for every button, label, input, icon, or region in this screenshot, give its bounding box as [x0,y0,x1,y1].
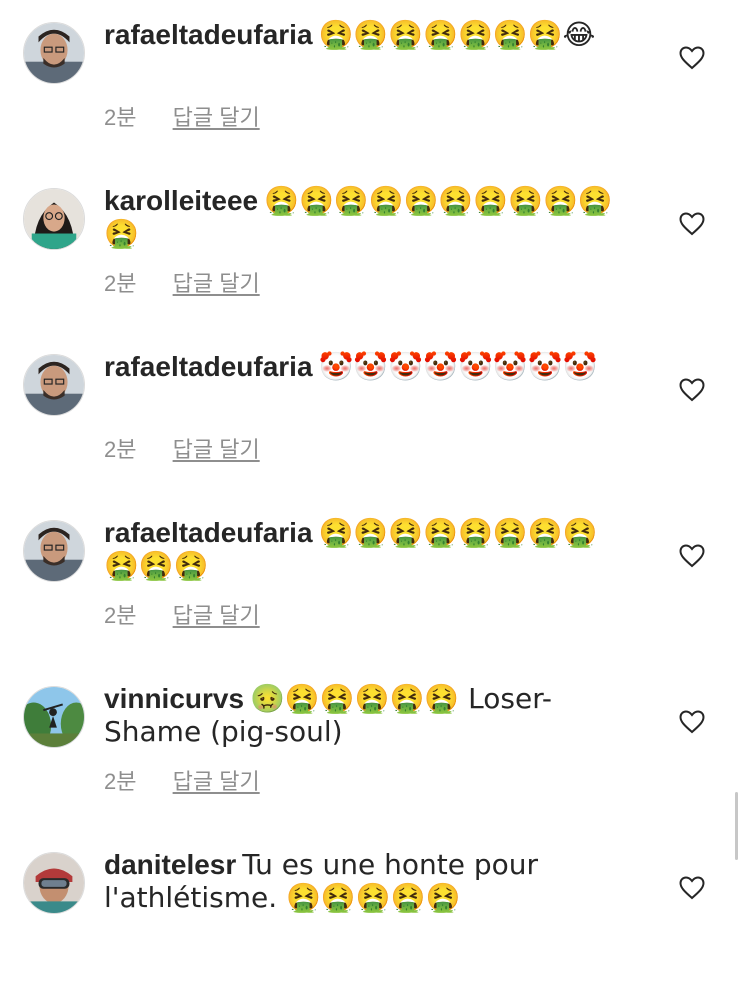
heart-outline-icon[interactable] [679,212,705,236]
heart-outline-icon[interactable] [679,876,705,900]
heart-outline-icon[interactable] [679,710,705,734]
comment-text: vinnicurvs 🤢🤮🤮🤮🤮🤮 Loser-Shame (pig-soul) [104,682,614,748]
comment-meta: 2분 답글 달기 [104,266,260,298]
comment-username[interactable]: danitelesr [104,849,236,880]
heart-outline-icon[interactable] [679,378,705,402]
heart-outline-icon[interactable] [679,46,705,70]
comment-item: danitelesr Tu es une honte pour l'athléti… [0,830,739,996]
comment-item: rafaeltadeufaria 🤮🤮🤮🤮🤮🤮🤮🤮🤮🤮🤮 2분 답글 달기 [0,498,739,664]
comment-time: 2분 [104,271,137,296]
comment-time: 2분 [104,105,137,130]
comment-text: karolleiteee 🤮🤮🤮🤮🤮🤮🤮🤮🤮🤮🤮 [104,184,614,250]
avatar[interactable] [23,188,85,250]
comment-time: 2분 [104,603,137,628]
comment-body: 🤮🤮🤮🤮🤮🤮🤮😂 [318,18,596,51]
avatar[interactable] [23,520,85,582]
comment-meta: 2분 답글 달기 [104,764,260,796]
comment-username[interactable]: rafaeltadeufaria [104,517,313,548]
comment-body: 🤡🤡🤡🤡🤡🤡🤡🤡 [318,350,598,383]
comment-item: vinnicurvs 🤢🤮🤮🤮🤮🤮 Loser-Shame (pig-soul) … [0,664,739,830]
comment-username[interactable]: vinnicurvs [104,683,244,714]
comment-username[interactable]: rafaeltadeufaria [104,351,313,382]
comment-text: danitelesr Tu es une honte pour l'athléti… [104,848,614,914]
comment-meta: 2분 답글 달기 [104,100,260,132]
reply-button[interactable]: 답글 달기 [173,437,260,462]
comment-item: rafaeltadeufaria 🤮🤮🤮🤮🤮🤮🤮😂 2분 답글 달기 [0,0,739,166]
reply-button[interactable]: 답글 달기 [173,105,260,130]
comment-item: rafaeltadeufaria 🤡🤡🤡🤡🤡🤡🤡🤡 2분 답글 달기 [0,332,739,498]
comment-meta: 2분 답글 달기 [104,598,260,630]
comment-item: karolleiteee 🤮🤮🤮🤮🤮🤮🤮🤮🤮🤮🤮 2분 답글 달기 [0,166,739,332]
avatar[interactable] [23,686,85,748]
comment-username[interactable]: karolleiteee [104,185,258,216]
reply-button[interactable]: 답글 달기 [173,603,260,628]
comment-time: 2분 [104,769,137,794]
comment-text: rafaeltadeufaria 🤮🤮🤮🤮🤮🤮🤮😂 [104,18,614,51]
comment-text: rafaeltadeufaria 🤮🤮🤮🤮🤮🤮🤮🤮🤮🤮🤮 [104,516,614,582]
avatar[interactable] [23,354,85,416]
avatar[interactable] [23,852,85,914]
comment-meta: 2분 답글 달기 [104,432,260,464]
reply-button[interactable]: 답글 달기 [173,769,260,794]
comment-text: rafaeltadeufaria 🤡🤡🤡🤡🤡🤡🤡🤡 [104,350,614,383]
comment-username[interactable]: rafaeltadeufaria [104,19,313,50]
reply-button[interactable]: 답글 달기 [173,271,260,296]
scrollbar[interactable] [735,792,738,860]
heart-outline-icon[interactable] [679,544,705,568]
avatar[interactable] [23,22,85,84]
comment-time: 2분 [104,437,137,462]
